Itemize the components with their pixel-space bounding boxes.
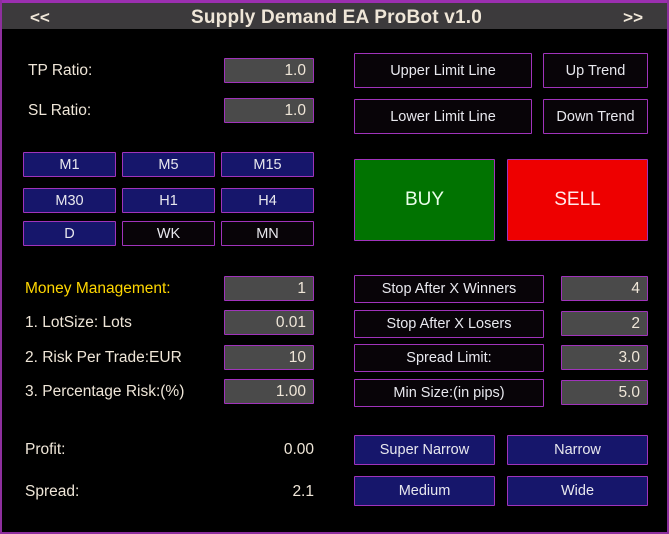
min-size-input[interactable]: 5.0 xyxy=(561,380,648,405)
size-button-wide[interactable]: Wide xyxy=(507,476,648,506)
money-management-label: Money Management: xyxy=(25,280,171,297)
money-management-input[interactable]: 1 xyxy=(224,276,314,301)
titlebar: << Supply Demand EA ProBot v1.0 >> xyxy=(2,0,667,29)
timeframe-button-wk[interactable]: WK xyxy=(122,221,215,246)
sl-ratio-input[interactable]: 1.0 xyxy=(224,98,314,123)
stop-after-winners-input[interactable]: 4 xyxy=(561,276,648,301)
timeframe-button-h4[interactable]: H4 xyxy=(221,188,314,213)
percentage-risk-label: 3. Percentage Risk:(%) xyxy=(25,383,185,400)
profit-label: Profit: xyxy=(25,441,66,458)
timeframe-button-d[interactable]: D xyxy=(23,221,116,246)
timeframe-button-m5[interactable]: M5 xyxy=(122,152,215,177)
size-button-medium[interactable]: Medium xyxy=(354,476,495,506)
next-arrow-button[interactable]: >> xyxy=(623,7,643,29)
buy-button[interactable]: BUY xyxy=(354,159,495,241)
sl-ratio-label: SL Ratio: xyxy=(28,102,92,119)
percentage-risk-input[interactable]: 1.00 xyxy=(224,379,314,404)
stop-after-losers-button[interactable]: Stop After X Losers xyxy=(354,310,544,338)
sell-button[interactable]: SELL xyxy=(507,159,648,241)
page-title: Supply Demand EA ProBot v1.0 xyxy=(190,7,482,28)
risk-per-trade-label: 2. Risk Per Trade:EUR xyxy=(25,349,182,366)
lower-limit-line-button[interactable]: Lower Limit Line xyxy=(354,99,532,134)
risk-per-trade-input[interactable]: 10 xyxy=(224,345,314,370)
spread-limit-input[interactable]: 3.0 xyxy=(561,345,648,370)
profit-value: 0.00 xyxy=(283,441,314,458)
size-button-narrow[interactable]: Narrow xyxy=(507,435,648,465)
tp-ratio-label: TP Ratio: xyxy=(28,62,93,79)
lotsize-input[interactable]: 0.01 xyxy=(224,310,314,335)
timeframe-button-h1[interactable]: H1 xyxy=(122,188,215,213)
upper-limit-line-button[interactable]: Upper Limit Line xyxy=(354,53,532,88)
up-trend-button[interactable]: Up Trend xyxy=(543,53,648,88)
lotsize-label: 1. LotSize: Lots xyxy=(25,314,132,331)
min-size-button[interactable]: Min Size:(in pips) xyxy=(354,379,544,407)
timeframe-button-m30[interactable]: M30 xyxy=(23,188,116,213)
tp-ratio-input[interactable]: 1.0 xyxy=(224,58,314,83)
spread-label: Spread: xyxy=(25,483,80,500)
spread-value: 2.1 xyxy=(292,483,314,500)
timeframe-button-mn[interactable]: MN xyxy=(221,221,314,246)
down-trend-button[interactable]: Down Trend xyxy=(543,99,648,134)
size-button-super-narrow[interactable]: Super Narrow xyxy=(354,435,495,465)
ea-panel: << Supply Demand EA ProBot v1.0 >> TP Ra… xyxy=(0,0,669,534)
stop-after-losers-input[interactable]: 2 xyxy=(561,311,648,336)
spread-limit-button[interactable]: Spread Limit: xyxy=(354,344,544,372)
timeframe-button-m1[interactable]: M1 xyxy=(23,152,116,177)
stop-after-winners-button[interactable]: Stop After X Winners xyxy=(354,275,544,303)
timeframe-button-m15[interactable]: M15 xyxy=(221,152,314,177)
